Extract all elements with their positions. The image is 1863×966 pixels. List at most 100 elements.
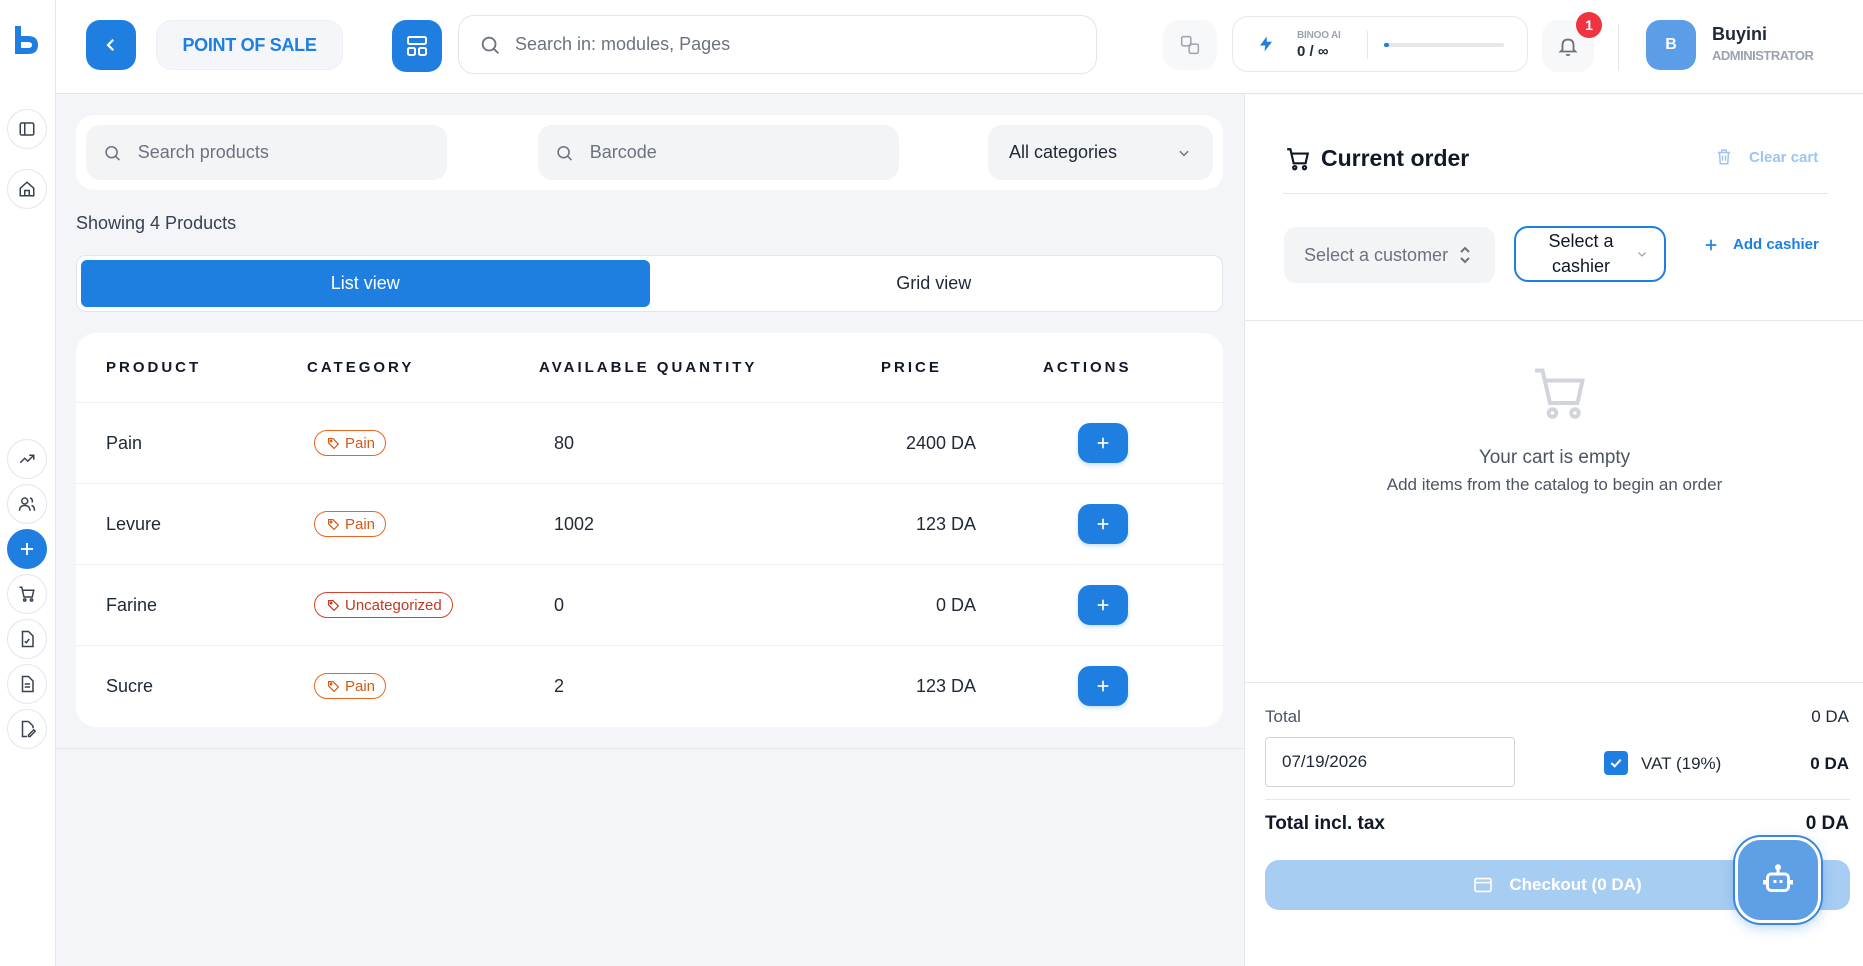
cashier-select[interactable]: Select a cashier <box>1514 226 1666 282</box>
trend-up-icon[interactable] <box>7 439 47 479</box>
cart-icon[interactable] <box>7 574 47 614</box>
add-cashier-label: Add cashier <box>1733 236 1819 253</box>
file-check-icon[interactable] <box>7 619 47 659</box>
chevron-down-icon <box>1179 150 1189 156</box>
column-header-quantity: AVAILABLE QUANTITY <box>539 359 758 376</box>
product-search-input[interactable] <box>137 142 447 163</box>
global-search-input[interactable] <box>515 34 1055 55</box>
check-icon <box>1610 758 1622 768</box>
global-search[interactable] <box>458 15 1097 74</box>
plus-icon <box>1097 680 1109 692</box>
barcode-input[interactable] <box>589 142 899 163</box>
cashier-placeholder: Select a cashier <box>1548 231 1614 276</box>
total-label: Total <box>1265 707 1301 726</box>
vat-checkbox[interactable] <box>1604 751 1628 775</box>
table-row: Pain Pain 80 2400 DA <box>76 403 1223 484</box>
product-search[interactable] <box>86 125 447 180</box>
panel-separator <box>1245 682 1863 683</box>
bell-icon <box>1558 38 1578 57</box>
add-to-cart-button[interactable] <box>1078 423 1128 463</box>
empty-cart-icon <box>1529 363 1591 423</box>
users-icon[interactable] <box>7 484 47 524</box>
vat-label: VAT (19%) <box>1641 754 1722 773</box>
column-header-product: PRODUCT <box>106 359 202 376</box>
empty-cart-title: Your cart is empty <box>1478 447 1631 468</box>
date-field[interactable] <box>1265 737 1515 787</box>
add-to-cart-button[interactable] <box>1078 666 1128 706</box>
home-icon[interactable] <box>7 169 47 209</box>
add-to-cart-button[interactable] <box>1078 585 1128 625</box>
category-tag: Pain <box>314 511 387 537</box>
filter-bar: All categories <box>76 115 1223 190</box>
top-header: POINT OF SALE BINOO AI 0 / ∞ 1 B Buyini … <box>56 0 1863 94</box>
back-button[interactable] <box>86 20 136 70</box>
cart-icon <box>1287 147 1310 170</box>
vat-value: 0 DA <box>1810 754 1849 773</box>
product-quantity: 0 <box>554 594 565 615</box>
table-row: Levure Pain 1002 123 DA <box>76 484 1223 565</box>
add-icon[interactable] <box>7 529 47 569</box>
category-tag: Pain <box>314 430 387 456</box>
plus-icon <box>1097 599 1109 611</box>
add-cashier-button[interactable]: Add cashier <box>1703 236 1819 253</box>
list-view-button[interactable]: List view <box>81 260 650 307</box>
ai-assistant-button[interactable] <box>1735 837 1821 923</box>
document-icon[interactable] <box>7 664 47 704</box>
notifications-button[interactable]: 1 <box>1542 12 1602 72</box>
main-content: All categories Showing 4 Products List v… <box>56 95 1244 966</box>
left-rail <box>0 0 56 966</box>
clear-cart-button[interactable]: Clear cart <box>1715 147 1818 167</box>
total-incl-tax-value: 0 DA <box>1805 813 1849 834</box>
translate-button[interactable] <box>1163 20 1217 70</box>
layout-button[interactable] <box>392 20 442 72</box>
plus-icon <box>1097 437 1109 449</box>
main-divider <box>56 748 1244 749</box>
category-select[interactable]: All categories <box>988 125 1213 180</box>
ai-separator <box>1367 31 1368 59</box>
search-icon <box>481 36 499 54</box>
ai-usage-widget[interactable]: BINOO AI 0 / ∞ <box>1232 16 1528 72</box>
avatar[interactable]: B <box>1646 20 1696 70</box>
product-price: 0 DA <box>935 594 976 615</box>
barcode-search[interactable] <box>538 125 899 180</box>
total-value: 0 DA <box>1811 707 1849 726</box>
product-name: Pain <box>106 432 143 453</box>
grid-view-button[interactable]: Grid view <box>650 260 1219 307</box>
ai-name: BINOO AI <box>1297 30 1341 41</box>
logo-icon[interactable] <box>12 24 42 56</box>
tag-icon <box>328 437 340 449</box>
app-title[interactable]: POINT OF SALE <box>156 20 343 70</box>
product-price: 123 DA <box>915 513 976 534</box>
sidebar-toggle-icon[interactable] <box>7 109 47 149</box>
user-role: ADMINISTRATOR <box>1712 48 1814 63</box>
panel-separator <box>1265 799 1850 800</box>
product-quantity: 1002 <box>554 513 595 534</box>
edit-file-icon[interactable] <box>7 709 47 749</box>
category-label: Pain <box>345 515 376 533</box>
layout-icon <box>407 36 427 56</box>
plus-icon <box>1097 518 1109 530</box>
ai-progress-fill <box>1384 43 1389 47</box>
column-header-category: CATEGORY <box>307 359 415 376</box>
chevron-left-icon <box>106 38 115 52</box>
product-name: Levure <box>106 513 162 534</box>
column-header-actions: ACTIONS <box>1043 359 1132 376</box>
ai-progress-track <box>1384 43 1504 47</box>
add-to-cart-button[interactable] <box>1078 504 1128 544</box>
notification-badge: 1 <box>1576 12 1602 38</box>
user-name[interactable]: Buyini <box>1712 24 1767 45</box>
customer-select[interactable]: Select a customer <box>1284 227 1495 283</box>
search-icon <box>105 145 120 161</box>
product-quantity: 2 <box>554 675 565 696</box>
product-price: 123 DA <box>915 675 976 696</box>
product-name: Farine <box>106 594 158 615</box>
view-toggle: List view Grid view <box>76 255 1223 312</box>
total-incl-tax-label: Total incl. tax <box>1265 813 1386 834</box>
products-table: PRODUCT CATEGORY AVAILABLE QUANTITY PRIC… <box>76 333 1223 727</box>
order-separator <box>1283 193 1828 194</box>
header-separator <box>1618 24 1619 70</box>
tag-icon <box>328 599 340 611</box>
product-name: Sucre <box>106 675 154 696</box>
translate-icon <box>1180 35 1200 55</box>
table-row: Sucre Pain 2 123 DA <box>76 646 1223 727</box>
